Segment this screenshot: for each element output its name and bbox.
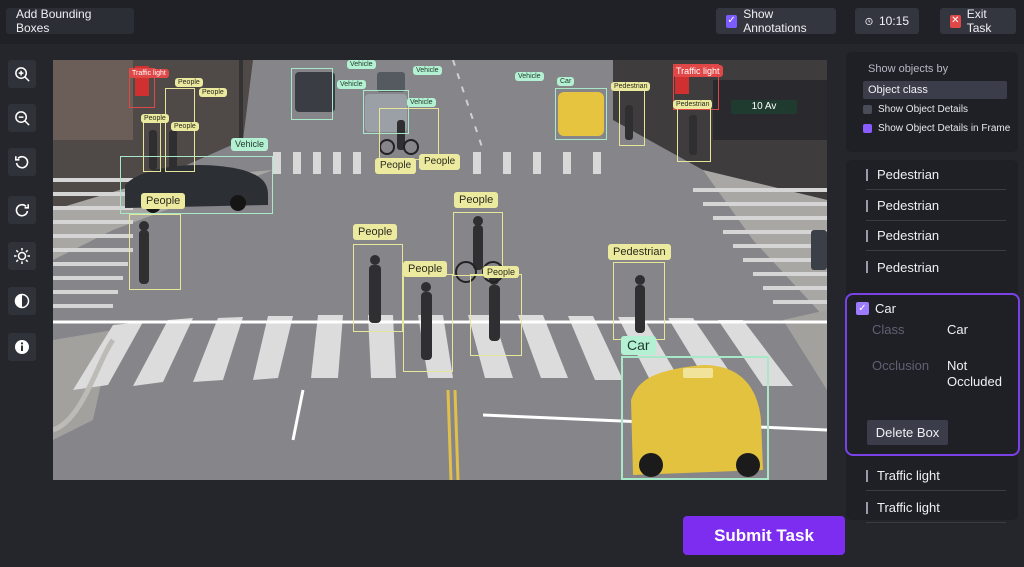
- object-item-traffic-light-2[interactable]: Traffic light: [866, 493, 1006, 523]
- street-sign: 10 Av: [751, 101, 777, 112]
- zoom-in-button[interactable]: [8, 60, 36, 88]
- label-traffic-light-right: Traffic light: [673, 65, 723, 77]
- brightness-button[interactable]: [8, 242, 36, 270]
- class-value: Car: [947, 322, 968, 337]
- label-vehicle-left: Vehicle: [231, 138, 269, 151]
- bbox-pedestrian-1[interactable]: [613, 262, 665, 340]
- checkbox-checked-icon: [863, 124, 872, 133]
- label-people-2: People: [353, 224, 398, 240]
- label-vehicle-far-3: Vehicle: [413, 66, 442, 75]
- rotate-left-button[interactable]: [8, 148, 36, 176]
- clock-icon: [865, 17, 873, 25]
- list-marker: [866, 469, 868, 482]
- bbox-taxi-far[interactable]: [555, 88, 607, 140]
- filter-heading: Show objects by: [868, 63, 949, 75]
- label-people-1: People: [141, 193, 186, 209]
- info-icon: [15, 340, 29, 354]
- contrast-button[interactable]: [8, 287, 36, 315]
- object-item-pedestrian-2[interactable]: Pedestrian: [866, 191, 1006, 221]
- bbox-pedestrian-far-2[interactable]: [677, 100, 711, 162]
- label-people-far-2: People: [175, 78, 203, 87]
- list-marker: [866, 501, 868, 514]
- close-icon: ✕: [950, 14, 961, 28]
- bbox-people-bike[interactable]: [379, 108, 439, 160]
- zoom-out-button[interactable]: [8, 104, 36, 132]
- label-vehicle-far-2: Vehicle: [347, 60, 376, 69]
- label-people-bike-1: People: [375, 158, 417, 174]
- list-marker: [866, 199, 868, 212]
- top-bar: Add Bounding Boxes ✓ Show Annotations 10…: [0, 0, 1024, 44]
- bbox-people-5[interactable]: [470, 274, 522, 356]
- label-people-4: People: [403, 261, 448, 277]
- checkbox-checked-icon[interactable]: ✓: [856, 302, 869, 315]
- label-pedestrian-far-1: Pedestrian: [611, 82, 651, 91]
- label-traffic-light-left: Traffic light: [129, 69, 169, 78]
- object-item-traffic-light-1[interactable]: Traffic light: [866, 461, 1006, 491]
- rotate-right-icon: [15, 203, 29, 217]
- object-item-pedestrian-1[interactable]: Pedestrian: [866, 160, 1006, 190]
- label-people-far-1: People: [141, 114, 169, 123]
- occlusion-label: Occlusion: [872, 358, 930, 373]
- label-pedestrian-far-2: Pedestrian: [673, 100, 713, 109]
- filter-select[interactable]: Object class: [863, 81, 1007, 99]
- bbox-people-2[interactable]: [353, 244, 403, 332]
- zoom-in-icon: [14, 66, 30, 82]
- label-vehicle-far-1: Vehicle: [337, 80, 366, 89]
- label-car-selected: Car: [621, 336, 656, 355]
- brightness-icon: [14, 248, 30, 264]
- label-pedestrian-1: Pedestrian: [608, 244, 671, 260]
- class-label: Class: [872, 322, 905, 337]
- label-vehicle-far-5: Vehicle: [515, 72, 544, 81]
- rotate-right-button[interactable]: [8, 196, 36, 224]
- bbox-people-4[interactable]: [403, 274, 453, 372]
- bbox-people-far-1[interactable]: [143, 120, 161, 172]
- show-object-details-in-frame-option[interactable]: Show Object Details in Frame: [863, 123, 1010, 134]
- bbox-pedestrian-far-1[interactable]: [619, 90, 645, 146]
- info-button[interactable]: [8, 333, 36, 361]
- object-item-pedestrian-3[interactable]: Pedestrian: [866, 221, 1006, 251]
- label-vehicle-far-4: Vehicle: [407, 98, 436, 107]
- label-people-far-3: People: [199, 88, 227, 97]
- delete-box-button[interactable]: Delete Box: [867, 420, 948, 445]
- list-marker: [866, 261, 868, 273]
- bbox-vehicle-far-1[interactable]: [291, 68, 333, 120]
- list-marker: [866, 168, 868, 181]
- rotate-left-icon: [15, 155, 29, 169]
- submit-task-button[interactable]: Submit Task: [683, 516, 845, 555]
- zoom-out-icon: [14, 110, 30, 126]
- label-car-far: Car: [557, 77, 575, 86]
- task-title: Add Bounding Boxes: [6, 7, 134, 35]
- bbox-car-selected[interactable]: [621, 356, 769, 480]
- contrast-icon: [14, 293, 30, 309]
- label-people-bike-2: People: [419, 154, 461, 170]
- label-people-3: People: [454, 192, 499, 208]
- show-annotations-toggle[interactable]: ✓ Show Annotations: [716, 7, 836, 35]
- label-people-far-4: People: [171, 122, 199, 131]
- timer: 10:15: [855, 8, 919, 34]
- label-people-5: People: [483, 266, 520, 278]
- exit-task-button[interactable]: ✕ Exit Task: [940, 7, 1016, 35]
- list-marker: [866, 229, 868, 242]
- show-object-details-option[interactable]: Show Object Details: [863, 104, 968, 115]
- checkbox-unchecked-icon: [863, 105, 872, 114]
- object-item-pedestrian-4[interactable]: Pedestrian: [866, 252, 1006, 282]
- annotation-canvas[interactable]: Vehicle Vehicle Vehicle Vehicle Vehicle …: [53, 60, 827, 480]
- occlusion-value: Not Occluded: [947, 358, 1002, 389]
- bbox-people-1[interactable]: [129, 214, 181, 290]
- checkbox-icon: ✓: [726, 14, 738, 28]
- selected-object-header[interactable]: ✓ Car: [856, 301, 896, 316]
